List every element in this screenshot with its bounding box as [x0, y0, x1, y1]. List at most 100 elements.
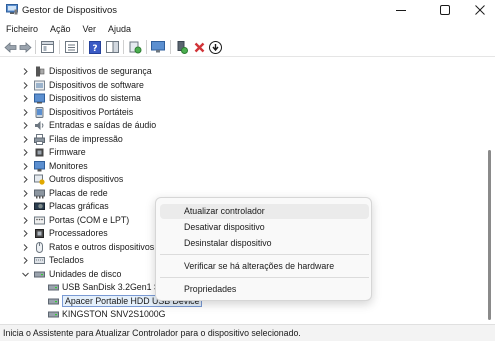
menu-item-label: Atualizar controlador — [184, 206, 265, 216]
update-view-icon — [64, 41, 78, 53]
menu-file[interactable]: Ficheiro — [0, 21, 44, 37]
disk-drive-icon — [48, 284, 59, 291]
portable-device-icon — [35, 106, 44, 118]
window-title: Gestor de Dispositivos — [22, 5, 118, 16]
software-device-icon — [34, 80, 45, 90]
tree-item-label: Firmware — [49, 147, 86, 157]
security-device-icon — [36, 66, 45, 77]
menu-item-label: Verificar se há alterações de hardware — [184, 261, 335, 271]
menu-item-disable-device[interactable]: Desativar dispositivo — [160, 220, 369, 235]
tree-child-item[interactable]: KINGSTON SNV2S1000G — [0, 308, 484, 322]
tree-item-label: Processadores — [49, 228, 108, 238]
panel-button[interactable] — [105, 40, 119, 54]
chevron-right-icon[interactable] — [21, 121, 30, 130]
tree-item-label: Dispositivos Portáteis — [49, 106, 134, 117]
menu-item-uninstall-device[interactable]: Desinstalar dispositivo — [160, 236, 369, 251]
menu-item-scan-hardware[interactable]: Verificar se há alterações de hardware — [160, 259, 369, 274]
disk-drive-icon — [48, 298, 59, 304]
menu-item-properties[interactable]: Propriedades — [160, 282, 369, 297]
tree-item-label: Outros dispositivos — [49, 174, 124, 184]
tree-item[interactable]: Dispositivos do sistema — [0, 92, 484, 106]
chevron-down-icon[interactable] — [21, 270, 30, 279]
tree-item[interactable]: Dispositivos Portáteis — [0, 106, 484, 120]
chevron-right-icon[interactable] — [21, 67, 30, 76]
scan-hardware-button[interactable] — [128, 40, 142, 54]
context-menu: Atualizar controlador Desativar disposit… — [155, 197, 372, 301]
chevron-right-icon[interactable] — [21, 94, 30, 103]
chevron-right-icon[interactable] — [21, 148, 30, 157]
chevron-right-icon[interactable] — [21, 243, 30, 252]
tree-item-label: Dispositivos do sistema — [49, 93, 141, 103]
tree-item-label: Entradas e saídas de áudio — [49, 120, 157, 130]
add-driver-button[interactable] — [175, 40, 189, 54]
device-manager-app-icon — [6, 4, 18, 15]
tree-item[interactable]: Filas de impressão — [0, 133, 484, 147]
chevron-right-icon[interactable] — [21, 135, 30, 144]
scan-hardware-icon — [129, 41, 141, 53]
tree-item-label: Placas gráficas — [49, 201, 109, 211]
forward-arrow-icon — [19, 41, 32, 53]
toolbar-separator — [83, 40, 84, 54]
title-bar[interactable]: Gestor de Dispositivos — [0, 0, 495, 20]
update-view-button[interactable] — [64, 40, 78, 54]
maximize-button[interactable] — [426, 0, 464, 20]
update-driver-button[interactable] — [208, 40, 222, 54]
chevron-right-icon[interactable] — [21, 189, 30, 198]
toolbar-separator — [146, 40, 147, 54]
chevron-right-icon[interactable] — [21, 175, 30, 184]
mouse-icon — [36, 241, 43, 253]
tree-item-label: Teclados — [49, 255, 84, 265]
chevron-right-icon[interactable] — [21, 108, 30, 117]
chevron-right-icon[interactable] — [21, 229, 30, 238]
tree-item-label: Dispositivos de segurança — [49, 66, 152, 76]
properties-button[interactable] — [40, 40, 54, 54]
tree-item-label: Dispositivos de software — [49, 79, 144, 90]
uninstall-button[interactable] — [192, 40, 206, 54]
menu-item-update-driver[interactable]: Atualizar controlador — [160, 204, 369, 219]
back-button[interactable] — [3, 40, 17, 54]
tree-item-label: Filas de impressão — [49, 133, 123, 144]
monitor-icon — [151, 41, 165, 53]
minimize-button[interactable] — [382, 0, 420, 20]
tree-item[interactable]: Dispositivos de software — [0, 79, 484, 93]
toolbar-separator — [123, 40, 124, 54]
tree-item[interactable]: Firmware — [0, 146, 484, 160]
chevron-right-icon[interactable] — [21, 81, 30, 90]
scrollbar-thumb[interactable] — [488, 150, 491, 320]
menu-item-label: Desinstalar dispositivo — [184, 238, 272, 248]
close-button[interactable] — [461, 0, 495, 20]
menu-action[interactable]: Ação — [44, 21, 77, 37]
monitor-button[interactable] — [151, 40, 165, 54]
chevron-right-icon[interactable] — [21, 162, 30, 171]
port-icon — [34, 216, 45, 224]
tree-item-label: Unidades de disco — [49, 268, 122, 279]
help-button[interactable]: ? — [88, 40, 102, 54]
tree-item[interactable]: Monitores — [0, 160, 484, 174]
help-icon: ? — [89, 40, 101, 54]
unknown-device-icon — [34, 174, 45, 185]
tree-item-label: Monitores — [49, 160, 88, 171]
status-bar: Inicia o Assistente para Atualizar Contr… — [0, 324, 495, 341]
keyboard-icon — [34, 257, 45, 264]
menu-view[interactable]: Ver — [77, 21, 103, 37]
tree-item-label: Placas de rede — [49, 187, 108, 198]
device-manager-window: Gestor de Dispositivos Ficheiro Ação Ver… — [0, 0, 495, 341]
menu-separator — [160, 277, 369, 278]
menu-help[interactable]: Ajuda — [102, 21, 137, 37]
vertical-scrollbar[interactable] — [484, 60, 495, 324]
maximize-icon — [440, 5, 450, 15]
close-icon — [475, 5, 485, 15]
graphics-card-icon — [34, 202, 45, 210]
chevron-right-icon[interactable] — [21, 202, 30, 211]
tree-item-label: Ratos e outros dispositivos — [49, 241, 155, 252]
printer-icon — [34, 133, 45, 145]
tree-item[interactable]: Dispositivos de segurança — [0, 65, 484, 79]
svg-text:?: ? — [92, 44, 97, 54]
tree-item[interactable]: Entradas e saídas de áudio — [0, 119, 484, 133]
forward-button[interactable] — [18, 40, 32, 54]
chevron-right-icon[interactable] — [21, 256, 30, 265]
toolbar-separator — [59, 40, 60, 54]
minimize-icon — [396, 10, 406, 11]
chevron-right-icon[interactable] — [21, 216, 30, 225]
tree-item[interactable]: Outros dispositivos — [0, 173, 484, 187]
